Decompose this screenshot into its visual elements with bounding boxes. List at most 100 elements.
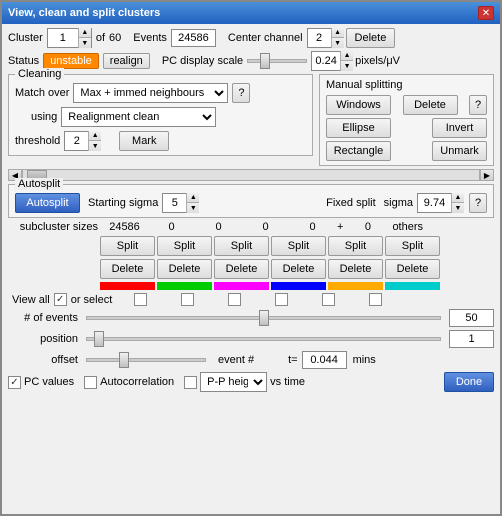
sub-val-0: 24586 xyxy=(102,221,147,233)
del-btn-3[interactable]: Delete xyxy=(271,259,326,279)
fixed-split-label: Fixed split xyxy=(326,197,376,209)
threshold-value[interactable] xyxy=(65,132,88,150)
windows-button[interactable]: Windows xyxy=(326,95,391,115)
offset-label: offset xyxy=(8,354,78,366)
window-title: View, clean and split clusters xyxy=(8,7,160,19)
using-label: using xyxy=(31,111,57,123)
ellipse-button[interactable]: Ellipse xyxy=(326,118,391,138)
del-btn-2[interactable]: Delete xyxy=(214,259,269,279)
pc-scale-up[interactable]: ▲ xyxy=(341,51,353,61)
pc-values-label: PC values xyxy=(24,376,74,388)
position-slider-value: 1 xyxy=(449,330,494,348)
autosplit-button[interactable]: Autosplit xyxy=(15,193,80,213)
main-content: Cluster ▲ ▼ of 60 Events 24586 Center ch… xyxy=(2,24,500,514)
or-select-label: or select xyxy=(71,294,113,306)
sub-val-1: 0 xyxy=(149,221,194,233)
view-all-checkbox[interactable] xyxy=(54,293,67,306)
split-btn-4[interactable]: Split xyxy=(328,236,383,256)
starting-sigma-up[interactable]: ▲ xyxy=(187,193,199,203)
del-btn-0[interactable]: Delete xyxy=(100,259,155,279)
hscroll-track[interactable] xyxy=(22,169,480,181)
threshold-up[interactable]: ▲ xyxy=(89,131,101,141)
sub-plus: + xyxy=(337,221,343,233)
sigma-value[interactable] xyxy=(418,194,451,212)
match-select[interactable]: Max + immed neighbours xyxy=(73,83,228,103)
split-btn-5[interactable]: Split xyxy=(385,236,440,256)
split-btn-3[interactable]: Split xyxy=(271,236,326,256)
starting-sigma-value[interactable] xyxy=(163,194,186,212)
split-btn-1[interactable]: Split xyxy=(157,236,212,256)
autosplit-help-button[interactable]: ? xyxy=(469,193,487,213)
starting-sigma-down[interactable]: ▼ xyxy=(187,203,199,213)
cluster-delete-button[interactable]: Delete xyxy=(346,28,396,48)
cleaning-title: Cleaning xyxy=(15,68,64,80)
sigma-spinner[interactable]: ▲ ▼ xyxy=(417,193,462,213)
select-cb-3[interactable] xyxy=(275,293,288,306)
cluster-value[interactable] xyxy=(48,29,78,47)
pc-scale-slider[interactable] xyxy=(247,59,307,63)
title-bar: View, clean and split clusters ✕ xyxy=(2,2,500,24)
pp-height-select[interactable]: P-P height height xyxy=(201,373,266,391)
pc-scale-spinner[interactable]: ▲ ▼ xyxy=(311,51,351,71)
ms-title-row: Manual splitting xyxy=(326,79,487,91)
pp-height-checkbox[interactable] xyxy=(184,376,197,389)
pc-values-checkbox[interactable] xyxy=(8,376,21,389)
hscroll-right[interactable]: ▶ xyxy=(480,169,494,181)
ms-row1: Windows Delete ? xyxy=(326,95,487,115)
position-label: position xyxy=(8,333,78,345)
center-down[interactable]: ▼ xyxy=(332,38,344,48)
mark-button[interactable]: Mark xyxy=(119,131,169,151)
threshold-spinner[interactable]: ▲ ▼ xyxy=(64,131,99,151)
starting-sigma-spinner[interactable]: ▲ ▼ xyxy=(162,193,197,213)
view-all-label: View all xyxy=(12,294,50,306)
center-up[interactable]: ▲ xyxy=(332,28,344,38)
unstable-badge: unstable xyxy=(43,53,99,69)
threshold-label: threshold xyxy=(15,135,60,147)
position-slider[interactable] xyxy=(86,337,441,341)
cleaning-help-button[interactable]: ? xyxy=(232,83,250,103)
rectangle-button[interactable]: Rectangle xyxy=(326,141,391,161)
center-label: Center channel xyxy=(228,32,303,44)
center-spinner[interactable]: ▲ ▼ xyxy=(307,28,342,48)
color-bar-3 xyxy=(271,282,326,290)
del-btn-4[interactable]: Delete xyxy=(328,259,383,279)
center-value[interactable] xyxy=(308,29,331,47)
sub-val-6: 0 xyxy=(345,221,390,233)
sub-val-2: 0 xyxy=(196,221,241,233)
cluster-spinner[interactable]: ▲ ▼ xyxy=(47,28,92,48)
of-label: of xyxy=(96,32,105,44)
using-select[interactable]: Realignment clean xyxy=(61,107,216,127)
pc-scale-value[interactable] xyxy=(312,52,340,70)
autocorrelation-checkbox[interactable] xyxy=(84,376,97,389)
ms-help-button[interactable]: ? xyxy=(469,95,487,115)
threshold-down[interactable]: ▼ xyxy=(89,141,101,151)
cluster-up[interactable]: ▲ xyxy=(79,28,91,38)
pc-scale-down[interactable]: ▼ xyxy=(341,61,353,71)
done-button[interactable]: Done xyxy=(444,372,494,392)
select-cb-0[interactable] xyxy=(134,293,147,306)
cluster-down[interactable]: ▼ xyxy=(79,38,91,48)
del-btn-5[interactable]: Delete xyxy=(385,259,440,279)
unmark-button[interactable]: Unmark xyxy=(432,141,487,161)
events-slider[interactable] xyxy=(86,316,441,320)
sigma-down[interactable]: ▼ xyxy=(452,203,464,213)
close-button[interactable]: ✕ xyxy=(478,6,494,20)
offset-slider[interactable] xyxy=(86,358,206,362)
invert-button[interactable]: Invert xyxy=(432,118,487,138)
color-bar-0 xyxy=(100,282,155,290)
cluster-label: Cluster xyxy=(8,32,43,44)
cluster-total: 60 xyxy=(109,32,121,44)
select-cb-4[interactable] xyxy=(322,293,335,306)
ms-delete-button[interactable]: Delete xyxy=(403,95,458,115)
del-btn-1[interactable]: Delete xyxy=(157,259,212,279)
mins-label: mins xyxy=(353,354,376,366)
split-btn-0[interactable]: Split xyxy=(100,236,155,256)
select-cb-1[interactable] xyxy=(181,293,194,306)
autocorrelation-row: Autocorrelation xyxy=(84,376,174,389)
realign-button[interactable]: realign xyxy=(103,53,150,69)
select-cb-2[interactable] xyxy=(228,293,241,306)
split-btn-2[interactable]: Split xyxy=(214,236,269,256)
select-cb-5[interactable] xyxy=(369,293,382,306)
sigma-up[interactable]: ▲ xyxy=(452,193,464,203)
events-slider-container xyxy=(86,310,441,326)
